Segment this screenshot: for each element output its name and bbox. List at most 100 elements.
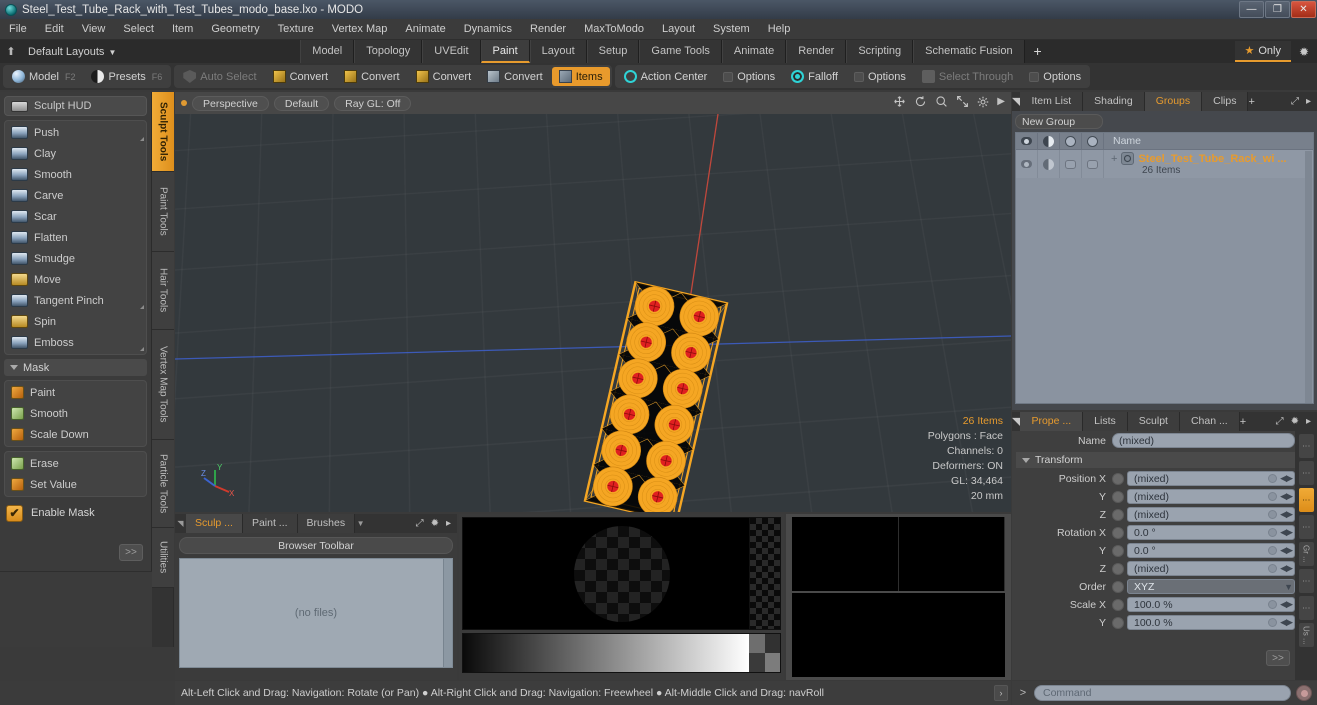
property-value-field[interactable]: 100.0 % ◀▶	[1127, 615, 1295, 630]
chevron-right-icon[interactable]: ▸	[1306, 96, 1311, 107]
preview-top-cells[interactable]	[792, 517, 1005, 591]
properties-side-tab-1[interactable]: ⋮	[1298, 461, 1314, 485]
menu-item-geometry[interactable]: Geometry	[202, 19, 268, 40]
field-reset-icon[interactable]	[1268, 618, 1278, 627]
menu-item-vertex-map[interactable]: Vertex Map	[323, 19, 397, 40]
mask-tool-scale-down[interactable]: Scale Down	[5, 424, 146, 445]
menu-item-help[interactable]: Help	[759, 19, 800, 40]
channel-dot-icon[interactable]	[1112, 490, 1124, 503]
toolbar-button-convert[interactable]: Convert	[266, 67, 336, 86]
layout-tab-schematic-fusion[interactable]: Schematic Fusion	[913, 40, 1025, 63]
toolbar-button-options[interactable]: Options	[1022, 67, 1088, 86]
field-spinner-icon[interactable]: ◀▶	[1280, 617, 1293, 628]
sculpt-tool-spin[interactable]: Spin	[5, 311, 146, 332]
menu-item-item[interactable]: Item	[163, 19, 202, 40]
preview-gradient-ramp[interactable]	[462, 633, 781, 673]
toolbar-button-options[interactable]: Options	[716, 67, 782, 86]
gear-icon[interactable]: ✹	[431, 518, 439, 529]
tab-item-list[interactable]: Item List	[1020, 92, 1084, 111]
chevron-right-icon[interactable]: ▸	[1306, 416, 1311, 427]
tool-tab-paint-tools[interactable]: Paint Tools	[152, 172, 174, 252]
minimize-button[interactable]: —	[1239, 1, 1264, 18]
field-reset-icon[interactable]	[1268, 492, 1278, 501]
tool-tab-hair-tools[interactable]: Hair Tools	[152, 252, 174, 330]
menu-item-select[interactable]: Select	[114, 19, 163, 40]
mask-tool-erase[interactable]: Erase	[5, 453, 146, 474]
only-toggle-button[interactable]: ★ Only	[1234, 41, 1291, 62]
channel-dot-icon[interactable]	[1112, 562, 1124, 575]
tool-tab-sculpt-tools[interactable]: Sculpt Tools	[152, 92, 174, 172]
row-visibility-toggle[interactable]	[1016, 150, 1038, 178]
move-icon[interactable]	[893, 95, 906, 108]
toolbar-button-options[interactable]: Options	[847, 67, 913, 86]
layout-tab-topology[interactable]: Topology	[354, 40, 423, 63]
channel-dot-icon[interactable]	[1112, 580, 1124, 593]
groups-list[interactable]: Name + Steel_Test_Tube_Rack_wi ... 26 It…	[1015, 132, 1314, 404]
tool-tab-vertex-map-tools[interactable]: Vertex Map Tools	[152, 330, 174, 440]
gear-icon[interactable]: ✹	[1291, 40, 1317, 63]
new-group-button[interactable]: New Group	[1015, 114, 1103, 129]
properties-side-tab-7[interactable]: Us ...	[1298, 623, 1314, 647]
property-value-field[interactable]: 100.0 % ◀▶	[1127, 597, 1295, 612]
add-tab-button[interactable]: +	[1248, 96, 1254, 108]
field-reset-icon[interactable]	[1268, 564, 1278, 573]
sculpt-hud-button[interactable]: Sculpt HUD	[4, 96, 147, 116]
submenu-corner-icon[interactable]	[140, 305, 144, 309]
browser-scrollbar[interactable]	[443, 559, 452, 667]
sculpt-tool-emboss[interactable]: Emboss	[5, 332, 146, 353]
channel-dot-icon[interactable]	[1112, 598, 1124, 611]
sculpt-tool-push[interactable]: Push	[5, 122, 146, 143]
browser-toolbar[interactable]: Browser Toolbar	[179, 537, 453, 554]
channel-dot-icon[interactable]	[1112, 544, 1124, 557]
add-layout-button[interactable]: +	[1024, 40, 1051, 63]
channel-dot-icon[interactable]	[1112, 616, 1124, 629]
menu-item-dynamics[interactable]: Dynamics	[455, 19, 521, 40]
viewport-3d[interactable]: Perspective Default Ray GL: Off ▶ 26 Ite…	[175, 92, 1011, 512]
tab-sculpt[interactable]: Sculpt	[1127, 412, 1180, 431]
maximize-button[interactable]: ❐	[1265, 1, 1290, 18]
panel-menu-icon[interactable]: ◥	[175, 519, 186, 528]
property-value-field[interactable]: (mixed) ◀▶	[1127, 489, 1295, 504]
menu-item-view[interactable]: View	[73, 19, 115, 40]
field-reset-icon[interactable]	[1268, 528, 1278, 537]
property-value-field[interactable]: (mixed) ◀▶	[1127, 561, 1295, 576]
field-spinner-icon[interactable]: ◀▶	[1280, 563, 1293, 574]
gear-icon[interactable]: ✹	[1291, 416, 1299, 427]
properties-side-tab-2[interactable]: ⋮	[1298, 488, 1314, 512]
submenu-corner-icon[interactable]	[140, 137, 144, 141]
groups-list-scrollbar[interactable]	[1305, 151, 1312, 403]
layout-tab-layout[interactable]: Layout	[529, 40, 587, 63]
enable-mask-checkbox[interactable]: ✔	[6, 504, 23, 522]
tab-groups[interactable]: Groups	[1144, 92, 1203, 111]
properties-expand-button[interactable]: >>	[1266, 650, 1290, 666]
tab-sculp[interactable]: Sculp ...	[186, 514, 243, 533]
row-name-label[interactable]: Steel_Test_Tube_Rack_wi ...	[1138, 153, 1286, 165]
property-value-field[interactable]: (mixed) ◀▶	[1127, 471, 1295, 486]
tab-chan[interactable]: Chan ...	[1179, 412, 1240, 431]
toolbar-button-model[interactable]: Model F2	[5, 67, 82, 86]
sculpt-tool-carve[interactable]: Carve	[5, 185, 146, 206]
property-value-field[interactable]: XYZ ▼	[1127, 579, 1295, 594]
chevron-down-icon[interactable]: ▼	[355, 519, 366, 528]
field-spinner-icon[interactable]: ◀▶	[1280, 545, 1293, 556]
chevron-right-icon[interactable]: ▸	[446, 518, 451, 529]
property-value-field[interactable]: (mixed) ◀▶	[1127, 507, 1295, 522]
field-reset-icon[interactable]	[1268, 600, 1278, 609]
preview-main-image[interactable]	[462, 517, 781, 630]
field-reset-icon[interactable]	[1268, 510, 1278, 519]
row-render-toggle[interactable]	[1038, 150, 1060, 178]
panel-menu-icon[interactable]: ◥	[1012, 95, 1020, 108]
expand-icon[interactable]: ⤢	[416, 518, 424, 529]
toolbar-button-falloff[interactable]: Falloff	[784, 67, 845, 86]
layout-tab-uvedit[interactable]: UVEdit	[422, 40, 481, 63]
field-reset-icon[interactable]	[1268, 474, 1278, 483]
sculpt-tool-clay[interactable]: Clay	[5, 143, 146, 164]
field-spinner-icon[interactable]: ◀▶	[1280, 527, 1293, 538]
panel-menu-icon[interactable]: ◥	[1012, 415, 1020, 428]
sculpt-tool-scar[interactable]: Scar	[5, 206, 146, 227]
viewport-style-button[interactable]: Default	[273, 95, 330, 111]
color-swatches[interactable]	[749, 634, 780, 672]
sculpt-tool-smudge[interactable]: Smudge	[5, 248, 146, 269]
expand-icon[interactable]: ⤢	[1291, 96, 1299, 107]
test-tube-rack-model[interactable]	[175, 114, 1011, 512]
